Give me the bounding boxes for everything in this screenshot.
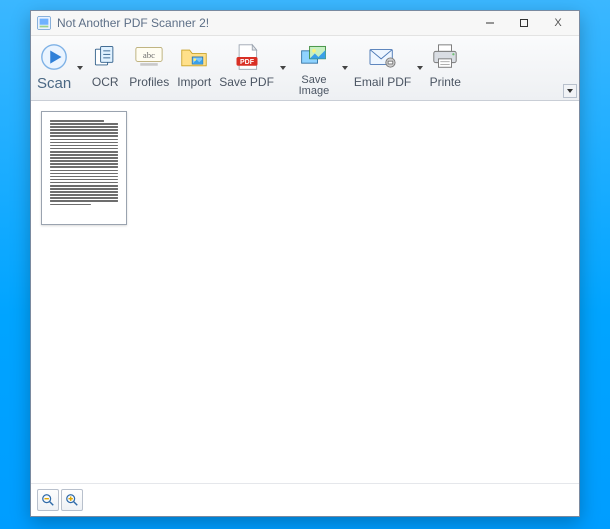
images-icon [298,41,330,73]
import-button[interactable]: Import [173,39,215,97]
import-label: Import [177,75,211,89]
minimize-button[interactable] [473,12,507,34]
ocr-label: OCR [92,75,119,89]
app-window: Not Another PDF Scanner 2! X Scan [30,10,580,517]
thumbnail-panel[interactable] [31,101,579,483]
save-image-button[interactable]: Save Image [288,39,340,97]
folder-image-icon [178,41,210,73]
ocr-button[interactable]: OCR [85,39,125,97]
profiles-label: Profiles [129,75,169,89]
play-icon [38,41,70,73]
svg-text:PDF: PDF [240,59,255,66]
save-pdf-label: Save PDF [219,75,274,89]
envelope-icon [367,41,399,73]
save-image-dropdown[interactable] [340,40,350,96]
email-pdf-label: Email PDF [354,75,411,89]
save-image-label: Save Image [299,75,330,97]
zoom-in-button[interactable] [61,489,83,511]
documents-icon [89,41,121,73]
abc-icon: abc [133,41,165,73]
pdf-icon: PDF [231,41,263,73]
printer-button[interactable]: Printe [425,39,465,97]
svg-text:abc: abc [143,50,155,60]
app-icon [37,16,51,30]
toolbar: Scan OCR [31,36,579,101]
titlebar: Not Another PDF Scanner 2! X [31,11,579,36]
printer-icon [429,41,461,73]
maximize-button[interactable] [507,12,541,34]
page-text-preview [50,120,118,205]
email-pdf-dropdown[interactable] [415,40,425,96]
profiles-button[interactable]: abc Profiles [125,39,173,97]
content-area [31,101,579,516]
close-button[interactable]: X [541,12,575,34]
zoom-out-button[interactable] [37,489,59,511]
page-thumbnail[interactable] [41,111,127,225]
printer-label: Printe [430,75,461,89]
footer [31,483,579,516]
scan-dropdown[interactable] [75,40,85,96]
toolbar-overflow-button[interactable] [563,84,577,98]
desktop: Not Another PDF Scanner 2! X Scan [0,0,610,529]
save-pdf-button[interactable]: PDF Save PDF [215,39,278,97]
window-title: Not Another PDF Scanner 2! [57,16,209,30]
scan-button[interactable]: Scan [33,39,75,97]
email-pdf-button[interactable]: Email PDF [350,39,415,97]
save-pdf-dropdown[interactable] [278,40,288,96]
scan-label: Scan [37,75,71,92]
